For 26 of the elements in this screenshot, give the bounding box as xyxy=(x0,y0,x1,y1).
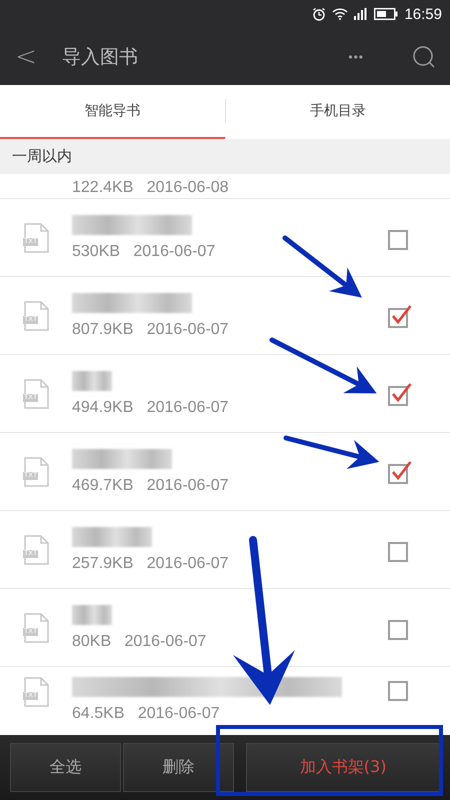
checkbox[interactable] xyxy=(388,460,412,484)
alarm-icon xyxy=(312,7,326,21)
status-time: 16:59 xyxy=(404,6,442,22)
signal-icon xyxy=(354,8,368,20)
wifi-icon xyxy=(332,8,348,20)
blurred-text xyxy=(72,604,112,624)
file-meta: 80KB 2016-06-07 xyxy=(72,632,208,650)
blurred-text xyxy=(72,370,112,390)
file-meta: 122.4KB 2016-06-08 xyxy=(72,178,229,195)
file-meta: 807.9KB 2016-06-07 xyxy=(72,320,230,338)
page-title: 导入图书 xyxy=(62,44,139,70)
file-meta: 494.9KB 2016-06-07 xyxy=(72,398,230,416)
battery-icon xyxy=(374,8,398,20)
checkbox[interactable] xyxy=(388,382,412,406)
toolbar-button[interactable]: 全选 xyxy=(10,743,122,792)
toolbar-button[interactable]: 删除 xyxy=(123,743,234,792)
file-meta: 530KB 2016-06-07 xyxy=(72,242,216,260)
file-meta: 257.9KB 2016-06-07 xyxy=(72,554,230,572)
file-meta: 64.5KB 2016-06-07 xyxy=(72,705,221,723)
section-title: 一周以内 xyxy=(12,147,72,166)
file-meta: 469.7KB 2016-06-07 xyxy=(72,476,230,494)
more-button[interactable]: ••• xyxy=(342,50,370,64)
search-icon[interactable] xyxy=(412,44,436,68)
back-button[interactable]: < xyxy=(4,42,48,72)
toolbar-button[interactable]: 加入书架(3) xyxy=(246,743,440,792)
checkbox[interactable] xyxy=(388,304,412,328)
